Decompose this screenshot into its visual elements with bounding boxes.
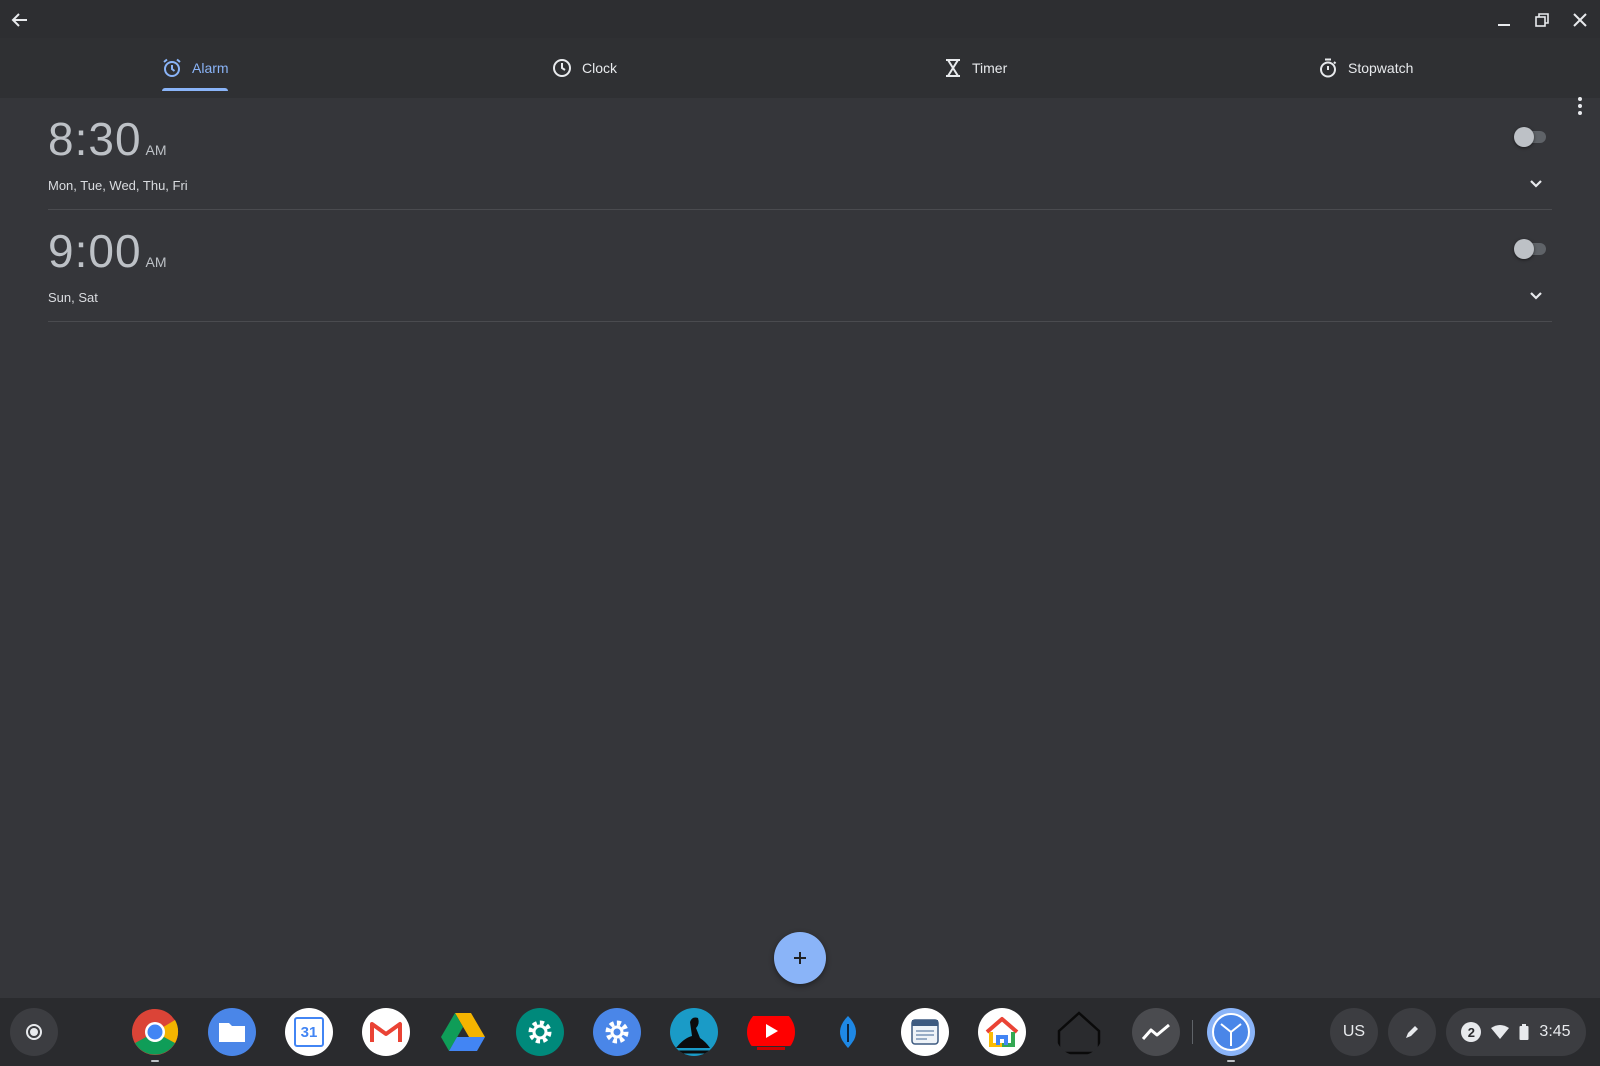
keyboard-layout-label: US	[1342, 1023, 1366, 1040]
minimize-icon	[1498, 24, 1510, 26]
tab-timer[interactable]: Timer	[944, 38, 1007, 98]
calendar-day: 31	[300, 1023, 318, 1041]
google-home-icon	[985, 1017, 1019, 1047]
tab-label: Timer	[972, 60, 1008, 76]
tab-label: Alarm	[192, 60, 229, 76]
arrow-left-icon	[11, 13, 27, 27]
alarm-time-value: 8:30	[48, 113, 142, 165]
stopwatch-icon	[1320, 58, 1337, 78]
tab-clock[interactable]: Clock	[552, 38, 617, 98]
kindle-app[interactable]	[670, 1008, 718, 1056]
expand-button[interactable]	[1526, 174, 1546, 194]
minimize-button[interactable]	[1488, 4, 1520, 36]
alarm-toggle[interactable]	[1514, 238, 1548, 259]
status-tray[interactable]: 2 3:45	[1446, 1008, 1586, 1056]
drive-app[interactable]	[439, 1008, 487, 1056]
active-tab-indicator	[162, 88, 228, 91]
launcher-icon	[26, 1024, 42, 1040]
alarm-days: Mon, Tue, Wed, Thu, Fri	[48, 178, 188, 193]
title-bar	[0, 0, 1600, 38]
alarm-time-value: 9:00	[48, 225, 142, 277]
house-outline-icon	[1057, 1011, 1101, 1055]
google-home-app[interactable]	[978, 1008, 1026, 1056]
chrome-icon	[132, 1009, 179, 1055]
alarm-time[interactable]: 9:00 AM	[48, 224, 167, 278]
alarm-icon	[163, 58, 181, 77]
running-indicator	[151, 1060, 159, 1062]
kindle-reader-icon	[676, 1017, 712, 1054]
alarm-toggle[interactable]	[1514, 126, 1548, 147]
shelf: 31 US 2 3:45	[0, 998, 1600, 1066]
fountain-pen-icon	[840, 1016, 856, 1048]
battery-icon	[1519, 1024, 1529, 1040]
chevron-down-icon	[1530, 180, 1542, 188]
close-icon	[1573, 13, 1587, 27]
tab-label: Stopwatch	[1348, 60, 1414, 76]
notes-app[interactable]	[901, 1008, 949, 1056]
home-app[interactable]	[1055, 1008, 1103, 1056]
shelf-divider	[1192, 1020, 1193, 1044]
alarm-item[interactable]: 8:30 AM Mon, Tue, Wed, Thu, Fri	[48, 98, 1552, 210]
expand-button[interactable]	[1526, 286, 1546, 306]
launcher-button[interactable]	[10, 1008, 58, 1056]
keyboard-layout-button[interactable]: US	[1330, 1008, 1378, 1056]
activity-app[interactable]	[1132, 1008, 1180, 1056]
alarm-item[interactable]: 9:00 AM Sun, Sat	[48, 210, 1552, 322]
pen-app[interactable]	[824, 1008, 872, 1056]
trending-up-icon	[1141, 1023, 1170, 1040]
settings-app[interactable]	[516, 1008, 564, 1056]
tab-stopwatch[interactable]: Stopwatch	[1318, 38, 1413, 98]
youtube-icon	[747, 1016, 795, 1050]
chevron-down-icon	[1530, 292, 1542, 300]
play-settings-app[interactable]	[593, 1008, 641, 1056]
restore-button[interactable]	[1526, 4, 1558, 36]
alarm-days: Sun, Sat	[48, 290, 98, 305]
add-alarm-button[interactable]	[774, 932, 826, 984]
gear-icon	[528, 1020, 552, 1044]
tab-bar: Alarm Clock Timer Stopwatch	[0, 38, 1600, 115]
plus-icon	[794, 952, 806, 964]
calendar-icon: 31	[294, 1017, 324, 1047]
system-time: 3:45	[1539, 1023, 1571, 1040]
gear-icon	[605, 1020, 629, 1044]
calendar-app[interactable]: 31	[285, 1008, 333, 1056]
files-app[interactable]	[208, 1008, 256, 1056]
youtube-app[interactable]	[747, 1008, 795, 1056]
chrome-app[interactable]	[131, 1008, 179, 1056]
folder-icon	[219, 1023, 245, 1042]
running-indicator	[1227, 1060, 1235, 1062]
more-options-button[interactable]	[1568, 90, 1592, 122]
gmail-app[interactable]	[362, 1008, 410, 1056]
alarm-time[interactable]: 8:30 AM	[48, 112, 167, 166]
pen-icon	[1406, 1026, 1418, 1038]
tab-label: Clock	[582, 60, 618, 76]
drive-icon	[441, 1013, 485, 1051]
clock-face-icon	[1212, 1013, 1250, 1051]
gmail-icon	[370, 1022, 402, 1042]
clock-icon	[553, 59, 571, 77]
alarm-ampm: AM	[145, 142, 167, 158]
restore-icon	[1535, 13, 1549, 27]
hourglass-icon	[946, 59, 960, 77]
clock-app[interactable]	[1207, 1008, 1255, 1056]
close-button[interactable]	[1564, 4, 1596, 36]
stylus-tools-button[interactable]	[1388, 1008, 1436, 1056]
wifi-icon	[1491, 1025, 1510, 1039]
alarm-ampm: AM	[145, 254, 167, 270]
back-button[interactable]	[4, 4, 36, 36]
notepad-icon	[911, 1019, 939, 1045]
notification-badge: 2	[1461, 1022, 1482, 1042]
